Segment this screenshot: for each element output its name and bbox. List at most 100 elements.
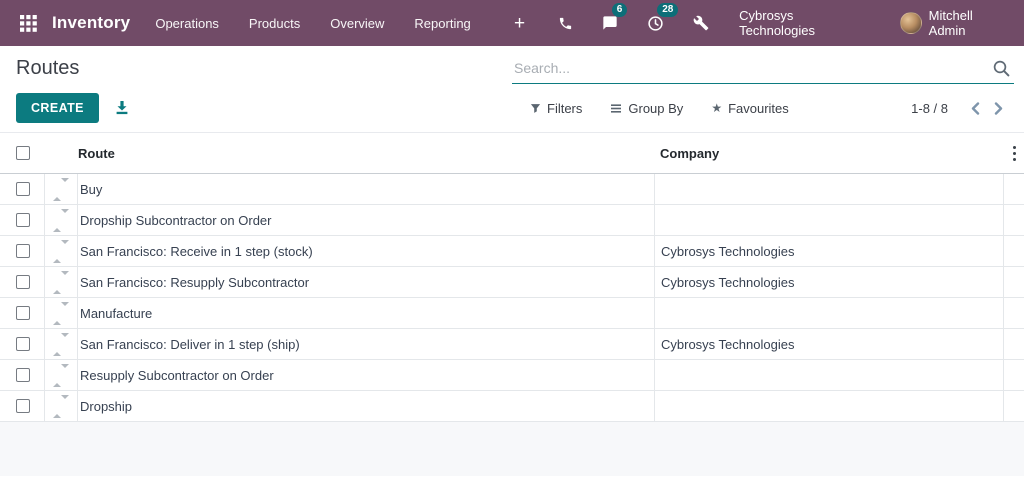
table-row[interactable]: Dropship Subcontractor on Order [0, 205, 1024, 236]
drag-handle-icon [53, 239, 69, 263]
user-menu[interactable]: Mitchell Admin [899, 8, 1010, 38]
table-row[interactable]: Dropship [0, 391, 1024, 422]
drag-handle[interactable] [44, 329, 78, 359]
company-cell[interactable]: Cybrosys Technologies [654, 329, 1004, 359]
drag-handle-icon [53, 363, 69, 387]
drag-handle-icon [53, 394, 69, 418]
row-options-cell [1004, 205, 1024, 235]
row-options-cell [1004, 391, 1024, 421]
row-checkbox-cell [0, 360, 44, 390]
row-checkbox[interactable] [16, 368, 30, 382]
row-checkbox-cell [0, 391, 44, 421]
download-icon [116, 101, 128, 115]
messages-menu-button[interactable]: 6 [599, 3, 628, 36]
messages-icon [603, 16, 618, 30]
drag-handle[interactable] [44, 267, 78, 297]
table-row[interactable]: Buy [0, 174, 1024, 205]
pager-previous-button[interactable] [964, 99, 987, 118]
search-input[interactable] [512, 59, 1014, 76]
route-cell[interactable]: Dropship [78, 391, 654, 421]
nav-menu-products[interactable]: Products [234, 0, 315, 46]
search-options-and-pager: Filters Group By ★ Favourites 1-8 / 8 [522, 99, 1024, 118]
export-button[interactable] [114, 100, 130, 116]
star-icon: ★ [711, 101, 723, 115]
route-cell[interactable]: Manufacture [78, 298, 654, 328]
app-name[interactable]: Inventory [52, 13, 130, 33]
filters-button[interactable]: Filters [530, 101, 582, 116]
row-options-cell [1004, 360, 1024, 390]
navbar-systray: + 6 28 Cybrosys Technologies Mitchell Ad… [486, 3, 1010, 38]
company-cell[interactable]: Cybrosys Technologies [654, 236, 1004, 266]
company-switcher[interactable]: Cybrosys Technologies [739, 8, 870, 38]
table-row[interactable]: Manufacture [0, 298, 1024, 329]
table-row[interactable]: San Francisco: Receive in 1 step (stock)… [0, 236, 1024, 267]
row-checkbox[interactable] [16, 213, 30, 227]
row-checkbox[interactable] [16, 275, 30, 289]
company-cell[interactable]: Cybrosys Technologies [654, 267, 1004, 297]
drag-handle[interactable] [44, 360, 78, 390]
handle-header-cell [44, 133, 78, 173]
route-cell[interactable]: Resupply Subcontractor on Order [78, 360, 654, 390]
row-checkbox[interactable] [16, 306, 30, 320]
table-row[interactable]: San Francisco: Deliver in 1 step (ship) … [0, 329, 1024, 360]
voip-button[interactable] [553, 10, 576, 36]
pager-next-button[interactable] [987, 99, 1010, 118]
row-checkbox[interactable] [16, 182, 30, 196]
user-name: Mitchell Admin [928, 8, 973, 38]
create-button[interactable]: CREATE [16, 93, 99, 123]
tools-menu-button[interactable] [690, 10, 713, 36]
list-body: Buy Dropship Subcontractor on Order San … [0, 174, 1024, 422]
group-by-button[interactable]: Group By [610, 101, 683, 116]
company-cell[interactable] [654, 391, 1004, 421]
select-all-checkbox[interactable] [16, 146, 30, 160]
company-cell[interactable] [654, 360, 1004, 390]
row-checkbox[interactable] [16, 399, 30, 413]
nav-menu: Operations Products Overview Reporting [140, 0, 485, 46]
drag-handle[interactable] [44, 174, 78, 204]
row-checkbox[interactable] [16, 337, 30, 351]
pager: 1-8 / 8 [911, 99, 1010, 118]
table-row[interactable]: Resupply Subcontractor on Order [0, 360, 1024, 391]
row-options-cell [1004, 236, 1024, 266]
navbar-left: Inventory Operations Products Overview R… [16, 0, 486, 46]
content-background [0, 422, 1024, 476]
company-cell[interactable] [654, 298, 1004, 328]
activities-badge: 28 [657, 3, 679, 17]
page-title: Routes [16, 56, 80, 79]
favourites-button[interactable]: ★ Favourites [711, 101, 788, 116]
drag-handle[interactable] [44, 298, 78, 328]
table-row[interactable]: San Francisco: Resupply Subcontractor Cy… [0, 267, 1024, 298]
company-cell[interactable] [654, 174, 1004, 204]
row-checkbox-cell [0, 267, 44, 297]
group-by-bars-icon [610, 103, 622, 114]
route-cell[interactable]: San Francisco: Deliver in 1 step (ship) [78, 329, 654, 359]
user-avatar [899, 12, 922, 34]
drag-handle[interactable] [44, 205, 78, 235]
activities-menu-button[interactable]: 28 [644, 3, 679, 36]
activities-clock-icon [648, 15, 664, 31]
pager-range: 1-8 / 8 [911, 100, 948, 116]
phone-icon [559, 17, 571, 29]
optional-columns-button[interactable] [1004, 133, 1024, 173]
row-checkbox[interactable] [16, 244, 30, 258]
column-company-header[interactable]: Company [654, 133, 1004, 173]
apps-menu-button[interactable] [16, 11, 40, 35]
route-cell[interactable]: San Francisco: Receive in 1 step (stock) [78, 236, 654, 266]
nav-menu-reporting[interactable]: Reporting [399, 0, 485, 46]
route-cell[interactable]: Dropship Subcontractor on Order [78, 205, 654, 235]
drag-handle[interactable] [44, 236, 78, 266]
list-header-row: Route Company [0, 133, 1024, 174]
control-panel: Routes CREATE [0, 46, 1024, 133]
nav-menu-operations[interactable]: Operations [140, 0, 234, 46]
drag-handle-icon [53, 208, 69, 232]
row-checkbox-cell [0, 205, 44, 235]
nav-menu-overview[interactable]: Overview [315, 0, 399, 46]
route-cell[interactable]: San Francisco: Resupply Subcontractor [78, 267, 654, 297]
drag-handle[interactable] [44, 391, 78, 421]
search-icon[interactable] [992, 59, 1010, 82]
plus-icon: + [513, 12, 526, 34]
column-route-header[interactable]: Route [78, 133, 654, 173]
route-cell[interactable]: Buy [78, 174, 654, 204]
quick-create-button[interactable]: + [508, 10, 531, 36]
company-cell[interactable] [654, 205, 1004, 235]
